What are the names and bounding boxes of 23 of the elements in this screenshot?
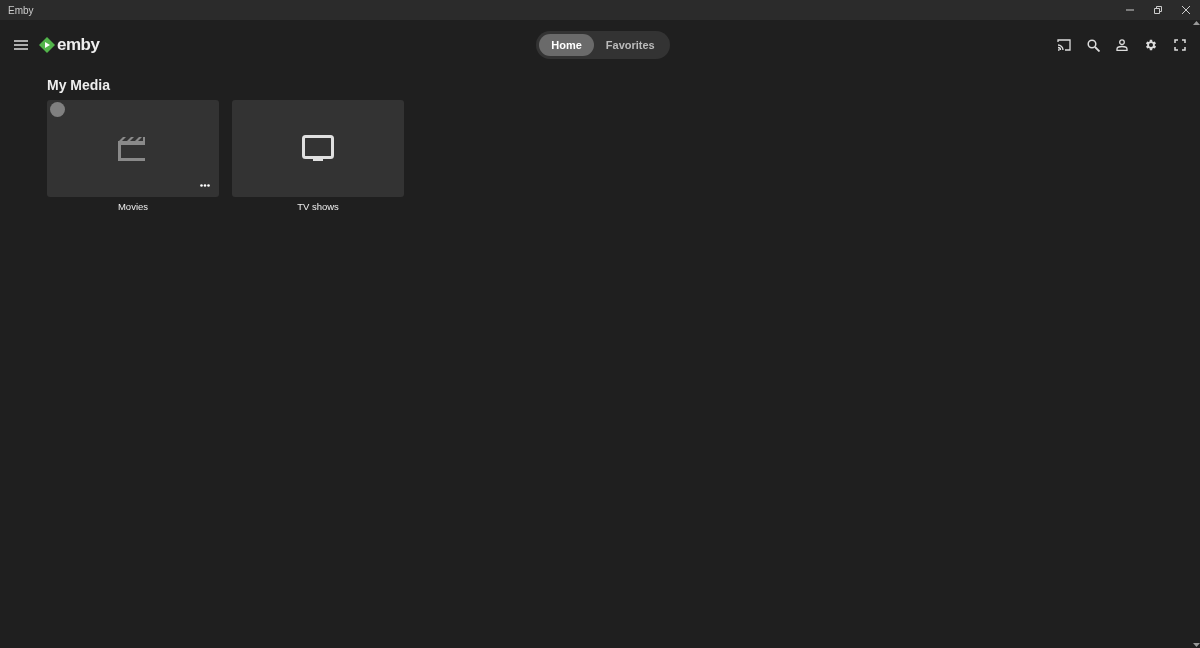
settings-icon[interactable]: [1144, 38, 1158, 52]
user-icon[interactable]: [1116, 39, 1128, 51]
fullscreen-icon[interactable]: [1174, 39, 1186, 51]
scroll-down-icon[interactable]: [1192, 642, 1200, 648]
tab[interactable]: Home: [539, 34, 594, 56]
window-title: Emby: [8, 4, 35, 16]
search-icon[interactable]: [1087, 38, 1100, 52]
logo-icon: [39, 37, 55, 53]
library-name: TV shows: [297, 201, 339, 212]
library-name: Movies: [117, 201, 149, 212]
section-title: My Media: [47, 77, 111, 93]
restore-icon[interactable]: [1154, 6, 1162, 14]
library-tile[interactable]: [232, 100, 404, 197]
menu-icon[interactable]: [14, 39, 28, 51]
more-icon[interactable]: [200, 184, 210, 187]
tv-icon: [302, 134, 334, 163]
cast-icon[interactable]: [1057, 39, 1071, 51]
minimize-icon[interactable]: [1126, 6, 1134, 14]
tab[interactable]: Favorites: [593, 34, 667, 56]
logo-text: emby: [57, 35, 100, 55]
select-circle[interactable]: [50, 102, 65, 117]
close-icon[interactable]: [1182, 6, 1190, 14]
library-tile[interactable]: [47, 100, 219, 197]
